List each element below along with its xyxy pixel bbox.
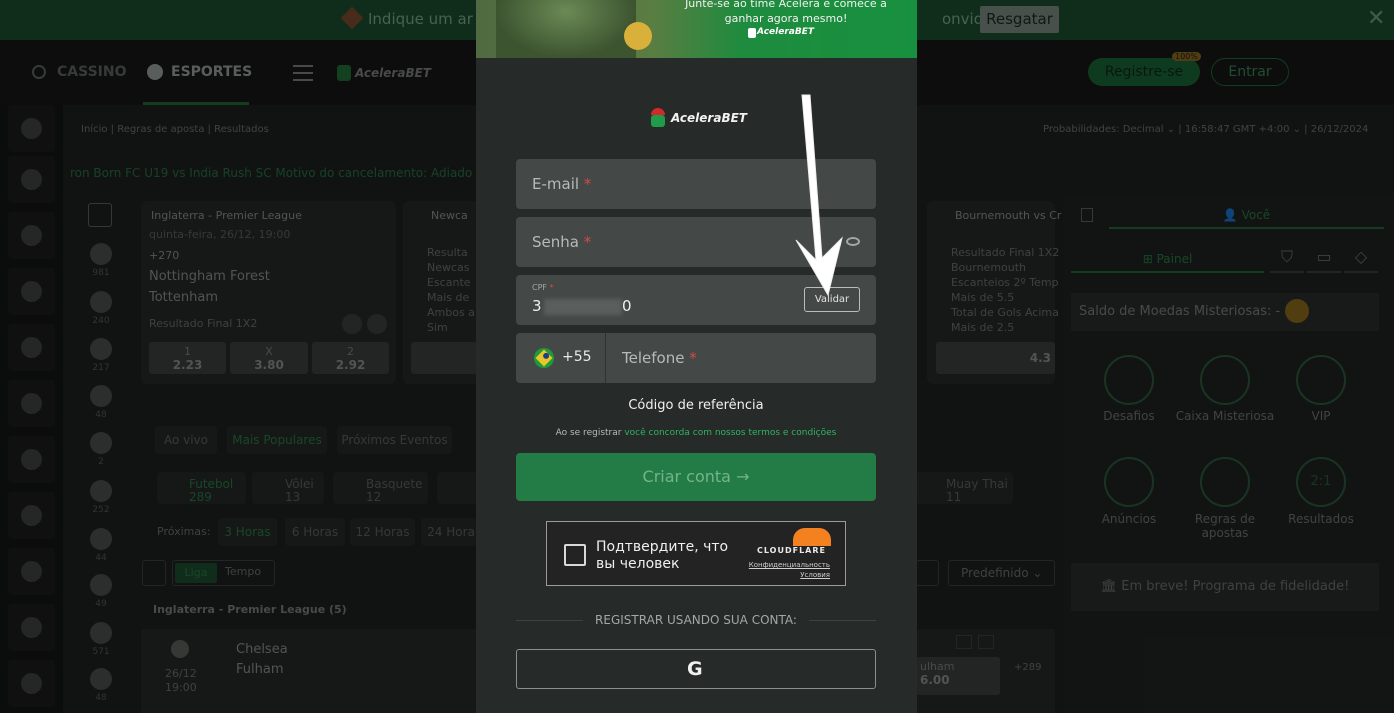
terms-text: Ao se registrar você concorda com nossos… xyxy=(555,428,837,438)
country-code-select[interactable]: +55 xyxy=(516,333,606,383)
social-register-label: REGISTRAR USANDO SUA CONTA: xyxy=(583,613,809,627)
logo-icon xyxy=(651,108,665,128)
cpf-value-end: 0 xyxy=(622,297,632,315)
create-account-button[interactable]: Criar conta → xyxy=(516,453,876,501)
captcha-checkbox[interactable] xyxy=(564,544,586,566)
referral-code-link[interactable]: Código de referência xyxy=(516,398,876,413)
players-illustration xyxy=(496,0,636,58)
cloudflare-cloud-icon xyxy=(793,528,831,546)
phone-field[interactable]: +55 Telefone * xyxy=(516,333,876,383)
cloudflare-captcha: Подтвердите, что вы человек CLOUDFLARE Ко… xyxy=(546,521,846,586)
captcha-brand: CLOUDFLARE xyxy=(757,546,826,555)
cpf-redacted xyxy=(544,299,622,315)
coin-illustration xyxy=(624,22,652,50)
phone-code: +55 xyxy=(562,349,592,365)
terms-link[interactable]: você concorda com nossos termos e condiç… xyxy=(624,428,836,438)
promo-text: Junte-se ao time Acelera e comece a ganh… xyxy=(685,0,887,25)
captcha-privacy-link[interactable]: Конфиденциальность xyxy=(741,560,830,570)
google-register-button[interactable]: G xyxy=(516,649,876,689)
arrow-shape xyxy=(795,94,843,297)
captcha-terms-link[interactable]: Условия xyxy=(741,570,830,580)
promo-logo: AceleraBET xyxy=(757,27,814,37)
cpf-value-start: 3 xyxy=(532,297,542,315)
captcha-links: Конфиденциальность Условия xyxy=(741,560,830,580)
google-icon: G xyxy=(687,658,703,680)
modal-logo: AceleraBET xyxy=(671,111,747,125)
password-label: Senha * xyxy=(532,233,592,251)
phone-label: Telefone * xyxy=(622,349,697,367)
email-label: E-mail * xyxy=(532,175,592,193)
promo-image: Junte-se ao time Acelera e comece a ganh… xyxy=(476,0,917,58)
captcha-text: Подтвердите, что вы человек xyxy=(596,539,729,572)
logo-icon xyxy=(748,28,756,38)
cpf-label: CPF * xyxy=(532,283,554,292)
annotation-arrow xyxy=(795,94,843,297)
brazil-flag-icon xyxy=(534,348,554,368)
